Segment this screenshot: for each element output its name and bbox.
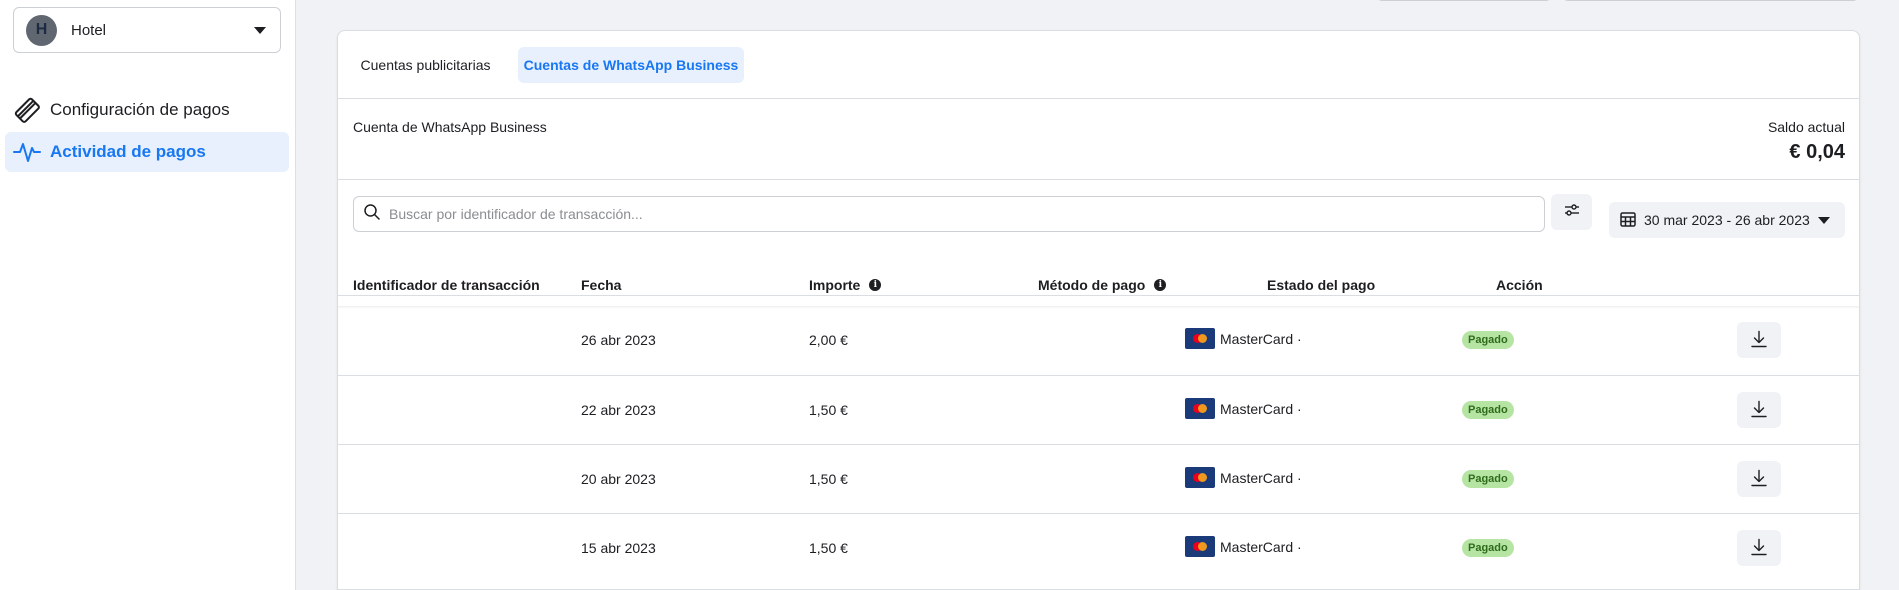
search-icon bbox=[364, 203, 380, 225]
transaction-date: 15 abr 2023 bbox=[581, 540, 656, 556]
download-icon bbox=[1750, 330, 1768, 351]
sliders-icon bbox=[1564, 203, 1580, 222]
sidebar-item-payment-activity[interactable]: Actividad de pagos bbox=[5, 132, 289, 172]
top-control[interactable] bbox=[1376, 0, 1552, 1]
search-field[interactable] bbox=[353, 196, 1545, 232]
tab-ad-accounts[interactable]: Cuentas publicitarias bbox=[350, 47, 501, 83]
column-header-amount[interactable]: Importe i bbox=[809, 277, 882, 293]
account-name: Hotel bbox=[71, 21, 107, 39]
account-label: Cuenta de WhatsApp Business bbox=[353, 119, 547, 135]
payment-method-label: MasterCard · bbox=[1220, 400, 1302, 417]
payment-activity-card: Cuentas publicitarias Cuentas de WhatsAp… bbox=[337, 30, 1860, 590]
sidebar-item-label: Configuración de pagos bbox=[50, 100, 230, 119]
download-button[interactable] bbox=[1737, 461, 1781, 497]
caret-down-icon bbox=[1818, 216, 1830, 224]
filter-button[interactable] bbox=[1551, 194, 1592, 230]
payment-method: MasterCard · bbox=[1185, 398, 1302, 419]
status-badge: Pagado bbox=[1462, 401, 1514, 419]
payment-method-label: MasterCard · bbox=[1220, 538, 1302, 555]
transaction-amount: 1,50 € bbox=[809, 471, 848, 487]
table-row: 22 abr 2023 1,50 € MasterCard · Pagado bbox=[338, 375, 1859, 444]
account-selector[interactable]: H Hotel bbox=[13, 7, 281, 53]
download-button[interactable] bbox=[1737, 530, 1781, 566]
search-input[interactable] bbox=[389, 206, 1529, 222]
column-header-action: Acción bbox=[1496, 277, 1543, 293]
payment-method: MasterCard · bbox=[1185, 328, 1302, 349]
status-badge: Pagado bbox=[1462, 539, 1514, 557]
payment-method: MasterCard · bbox=[1185, 536, 1302, 557]
download-icon bbox=[1750, 469, 1768, 490]
download-icon bbox=[1750, 538, 1768, 559]
info-icon[interactable]: i bbox=[1154, 279, 1167, 291]
status-badge: Pagado bbox=[1462, 470, 1514, 488]
download-button[interactable] bbox=[1737, 322, 1781, 358]
balance-label: Saldo actual bbox=[1767, 119, 1845, 135]
activity-icon bbox=[13, 138, 41, 166]
payment-method: MasterCard · bbox=[1185, 467, 1302, 488]
transaction-date: 22 abr 2023 bbox=[581, 402, 656, 418]
caret-down-icon bbox=[254, 26, 266, 34]
payment-method-label: MasterCard · bbox=[1220, 469, 1302, 486]
column-header-date[interactable]: Fecha bbox=[581, 277, 621, 293]
balance-value: € 0,04 bbox=[1789, 141, 1845, 163]
calendar-icon bbox=[1620, 211, 1636, 230]
mastercard-icon bbox=[1185, 536, 1215, 557]
mastercard-icon bbox=[1185, 398, 1215, 419]
table-row: 15 abr 2023 1,50 € MasterCard · Pagado bbox=[338, 513, 1859, 582]
sidebar: H Hotel Configuración de pagos Actividad… bbox=[0, 0, 296, 590]
transaction-amount: 2,00 € bbox=[809, 332, 848, 348]
table-row: 20 abr 2023 1,50 € MasterCard · Pagado bbox=[338, 444, 1859, 513]
info-icon[interactable]: i bbox=[869, 279, 882, 291]
download-icon bbox=[1750, 400, 1768, 421]
tabs-bar: Cuentas publicitarias Cuentas de WhatsAp… bbox=[338, 31, 1859, 99]
transaction-amount: 1,50 € bbox=[809, 540, 848, 556]
column-header-method[interactable]: Método de pago i bbox=[1038, 277, 1167, 293]
sidebar-item-payment-settings[interactable]: Configuración de pagos bbox=[5, 90, 289, 130]
card-icon bbox=[13, 96, 41, 124]
sidebar-item-label: Actividad de pagos bbox=[50, 142, 206, 161]
column-header-status[interactable]: Estado del pago bbox=[1267, 277, 1375, 293]
avatar: H bbox=[26, 14, 57, 46]
table-header: Identificador de transacción Fecha Impor… bbox=[338, 267, 1859, 304]
transaction-date: 26 abr 2023 bbox=[581, 332, 656, 348]
top-control[interactable] bbox=[1562, 0, 1859, 1]
transaction-date: 20 abr 2023 bbox=[581, 471, 656, 487]
tab-whatsapp-accounts[interactable]: Cuentas de WhatsApp Business bbox=[518, 47, 744, 83]
mastercard-icon bbox=[1185, 467, 1215, 488]
payment-method-label: MasterCard · bbox=[1220, 330, 1302, 347]
table-row: 26 abr 2023 2,00 € MasterCard · Pagado bbox=[338, 306, 1859, 375]
account-summary: Cuenta de WhatsApp Business Saldo actual… bbox=[338, 99, 1859, 180]
download-button[interactable] bbox=[1737, 392, 1781, 428]
column-header-id[interactable]: Identificador de transacción bbox=[353, 277, 540, 293]
date-range-text: 30 mar 2023 - 26 abr 2023 bbox=[1644, 212, 1810, 228]
date-range-picker[interactable]: 30 mar 2023 - 26 abr 2023 bbox=[1609, 202, 1845, 238]
transaction-amount: 1,50 € bbox=[809, 402, 848, 418]
status-badge: Pagado bbox=[1462, 331, 1514, 349]
mastercard-icon bbox=[1185, 328, 1215, 349]
